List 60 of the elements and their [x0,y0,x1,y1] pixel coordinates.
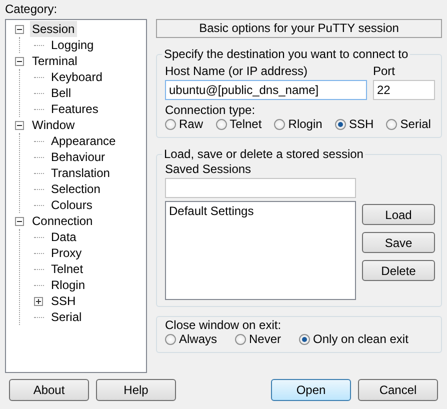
tree-item[interactable]: Terminal [30,53,80,69]
radio-label: SSH [348,117,374,131]
tree-item[interactable]: Window [30,117,77,133]
collapse-icon[interactable] [15,24,24,34]
radio-button[interactable] [165,118,176,130]
radio-button[interactable] [216,118,227,130]
tree-item[interactable]: Telnet [49,261,86,277]
radio-label: Telnet [230,117,262,131]
radio-label: Raw [179,117,204,131]
tree-item[interactable]: Keyboard [49,69,104,85]
footer-button[interactable]: Cancel [358,379,438,401]
footer-button[interactable]: Help [96,379,176,401]
tree-item[interactable]: Data [49,229,78,245]
host-label: Host Name (or IP address) [165,64,308,78]
radio-button[interactable] [165,334,176,344]
tree-item[interactable]: Bell [49,85,74,101]
radio-label: Rlogin [288,117,322,131]
group-legend: Load, save or delete a stored session [162,147,366,161]
footer-button[interactable]: About [9,379,89,401]
radio-button[interactable] [299,334,310,344]
close-label: Close window on exit: [165,318,282,332]
footer-button[interactable]: Open [271,379,351,401]
tree-item[interactable]: Colours [49,197,94,213]
connection-type-label: Connection type: [165,103,256,117]
session-button[interactable]: Delete [362,260,435,281]
session-name-field[interactable] [165,178,356,198]
host-field[interactable]: ubuntu@[public_dns_name] [165,80,367,100]
tree-item[interactable]: Appearance [49,133,118,149]
tree-item[interactable]: Serial [49,309,84,325]
collapse-icon[interactable] [15,56,24,66]
collapse-icon[interactable] [15,216,24,226]
radio-label: Serial [400,117,431,131]
radio-label: Only on clean exit [313,332,408,346]
saved-sessions-label: Saved Sessions [165,162,252,176]
tree-item[interactable]: Features [49,101,100,117]
radio-button[interactable] [386,118,398,130]
tree-item[interactable]: Session [30,21,77,37]
tree-item[interactable]: Connection [30,213,95,229]
expand-icon[interactable] [34,296,43,306]
tree-item[interactable]: Selection [49,181,102,197]
saved-settings-entry[interactable]: Default Settings [169,204,352,218]
tree-item[interactable]: SSH [49,293,78,309]
tree-item[interactable]: Proxy [49,245,84,261]
collapse-icon[interactable] [15,120,24,130]
tree-item[interactable]: Rlogin [49,277,88,293]
port-field[interactable]: 22 [373,80,435,100]
tree-item[interactable]: Logging [49,37,96,53]
panel-title: Basic options for your PuTTY session [156,19,442,38]
category-label: Category: [5,1,58,18]
port-label: Port [373,64,396,78]
radio-button[interactable] [334,118,346,130]
radio-button[interactable] [274,118,286,130]
tree-item[interactable]: Translation [49,165,112,181]
session-button[interactable]: Load [362,204,435,225]
session-button[interactable]: Save [362,232,435,253]
tree-item[interactable]: Behaviour [49,149,108,165]
radio-label: Always [179,332,218,346]
radio-button[interactable] [235,334,246,344]
group-legend: Specify the destination you want to connect to [162,47,410,61]
radio-label: Never [249,332,282,346]
